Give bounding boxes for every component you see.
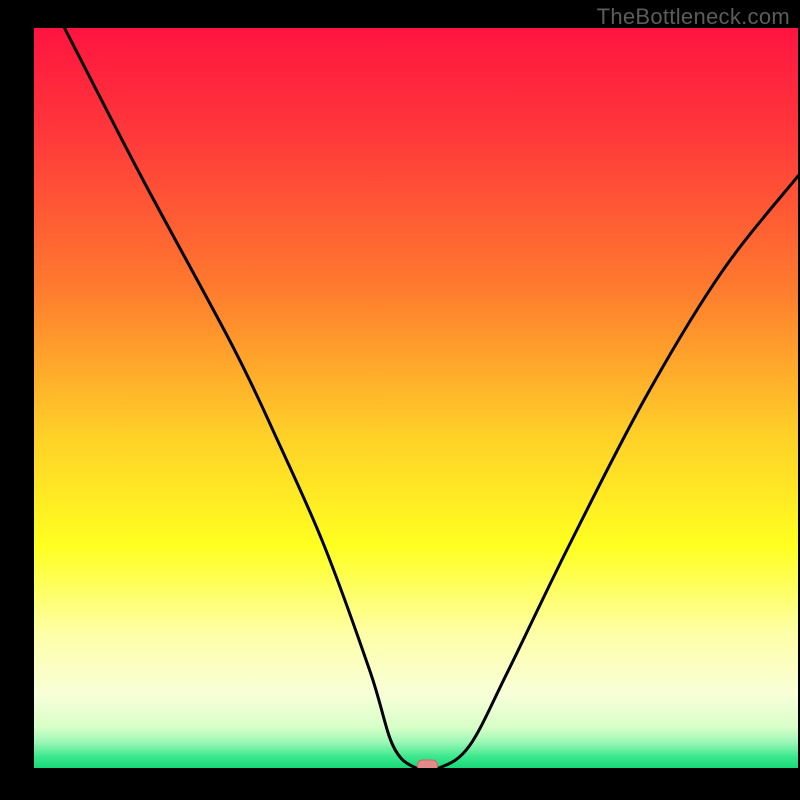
optimal-marker — [417, 760, 437, 768]
watermark-text: TheBottleneck.com — [597, 4, 790, 30]
chart-svg — [34, 28, 798, 768]
chart-frame: TheBottleneck.com — [0, 0, 800, 800]
gradient-background — [34, 28, 798, 768]
plot-area — [34, 28, 798, 768]
